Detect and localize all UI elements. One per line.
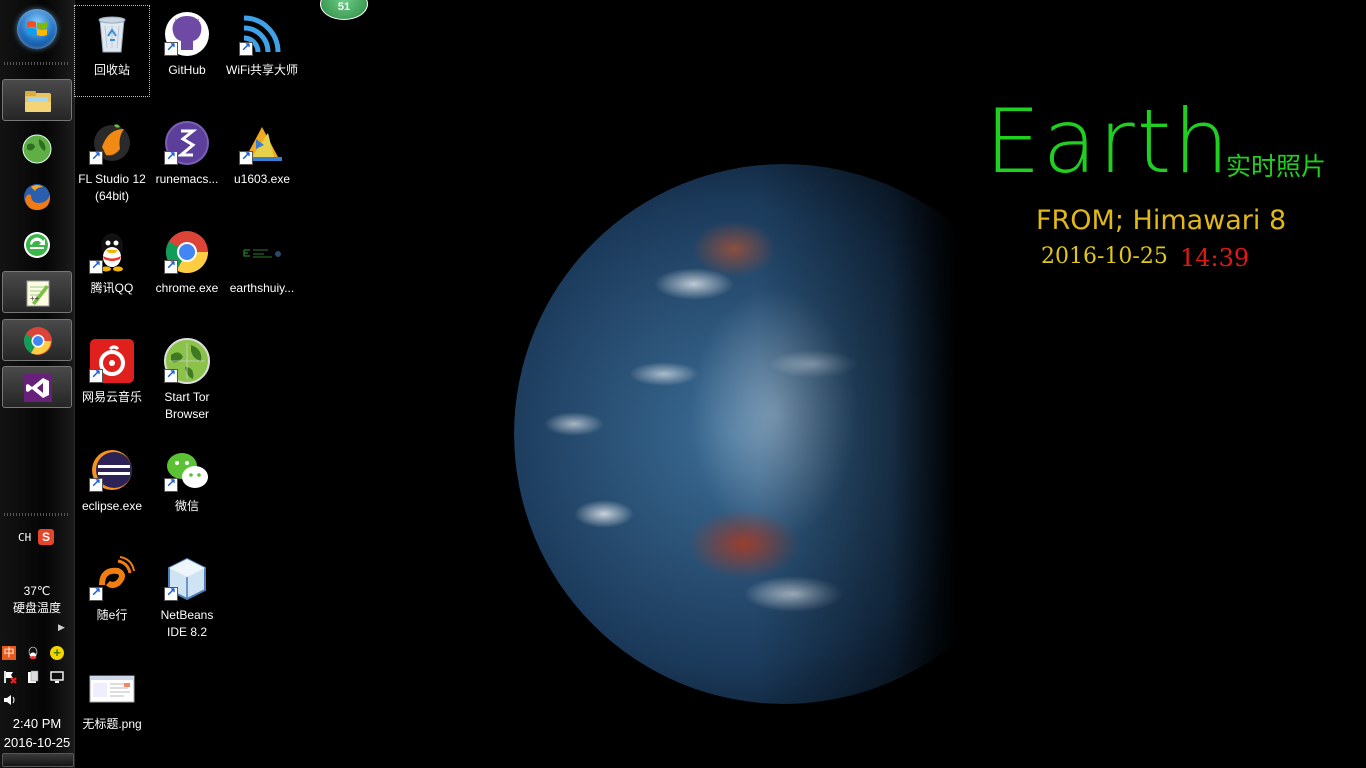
windows-logo-icon xyxy=(27,21,47,36)
desktop-icon-eclipse[interactable]: eclipse.exe xyxy=(75,442,149,532)
desktop-icon-qq[interactable]: 腾讯QQ xyxy=(75,224,149,314)
clipboard-tray-icon[interactable] xyxy=(26,670,40,684)
shortcut-arrow-icon xyxy=(89,476,103,492)
wallpaper-subtitle: 实时照片 xyxy=(1226,153,1327,181)
shortcut-arrow-icon xyxy=(164,40,178,56)
earth-app-icon xyxy=(240,242,284,262)
shortcut-arrow-icon xyxy=(239,40,253,56)
desktop-icon-tor-browser[interactable]: Start Tor Browser xyxy=(150,333,224,423)
clock-date[interactable]: 2016-10-25 xyxy=(0,734,74,751)
desktop-icon-label: 腾讯QQ xyxy=(90,281,134,295)
network-error-icon[interactable] xyxy=(3,670,17,684)
volume-icon[interactable] xyxy=(3,693,17,707)
ime-chinese-icon[interactable]: 中 xyxy=(2,646,16,660)
add-tray-icon[interactable]: + xyxy=(50,646,64,660)
desktop-icon-label: u1603.exe xyxy=(233,172,291,186)
shortcut-arrow-icon xyxy=(239,149,253,165)
wallpaper-source: FROM; Himawari 8 xyxy=(1036,205,1287,236)
desktop-icon-label: NetBeans IDE 8.2 xyxy=(160,608,214,639)
shortcut-arrow-icon xyxy=(164,585,178,601)
wallpaper-date: 2016-10-25 xyxy=(1041,244,1168,269)
show-desktop-button[interactable] xyxy=(2,753,74,767)
desktop-icon-label: earthshuiy... xyxy=(229,281,295,295)
hdd-temperature: 37℃ xyxy=(23,584,51,598)
desktop-icon-label: 网易云音乐 xyxy=(81,390,142,404)
sogou-ime-icon[interactable]: S xyxy=(38,529,54,545)
desktop-icon-label: 无标题.png xyxy=(82,717,142,731)
tray-expand-arrow-icon[interactable]: ▶ xyxy=(58,622,65,633)
desktop-icon-runemacs[interactable]: runemacs... xyxy=(150,115,224,205)
taskbar-explorer[interactable] xyxy=(2,79,72,121)
wallpaper-time: 14:39 xyxy=(1180,244,1250,272)
desktop-icon-netease-music[interactable]: 网易云音乐 xyxy=(75,333,149,423)
shortcut-arrow-icon xyxy=(164,149,178,165)
chrome-icon xyxy=(24,327,52,355)
notification-badge[interactable]: 51 xyxy=(320,0,368,20)
display-tray-icon[interactable] xyxy=(50,670,64,684)
taskbar-firefox[interactable] xyxy=(2,176,72,218)
desktop-icon-wechat[interactable]: 微信 xyxy=(150,442,224,532)
hdd-temperature-label: 硬盘温度 xyxy=(12,601,61,615)
desktop-icon-label: 回收站 xyxy=(93,63,130,77)
desktop-icon-label: eclipse.exe xyxy=(81,499,143,513)
png-file-icon xyxy=(89,675,135,703)
taskbar: ++ CH S 37℃ 硬盘温度 ▶ 中 + 2:40 PM 2016-10-2… xyxy=(0,0,75,768)
qq-tray-icon[interactable] xyxy=(26,646,40,660)
desktop-icon-suiexing[interactable]: 随e行 xyxy=(75,551,149,641)
shortcut-arrow-icon xyxy=(89,367,103,383)
ime-indicator[interactable]: CH xyxy=(18,531,31,544)
svg-text:++: ++ xyxy=(30,294,40,303)
notepad-plus-icon: ++ xyxy=(26,280,50,307)
desktop-icon-label: 微信 xyxy=(174,499,199,513)
taskbar-downloader[interactable] xyxy=(2,224,72,266)
start-button[interactable] xyxy=(17,9,57,49)
shortcut-arrow-icon xyxy=(164,258,178,274)
taskbar-grip-bottom xyxy=(4,513,70,516)
taskbar-grip xyxy=(4,62,70,65)
shortcut-arrow-icon xyxy=(164,476,178,492)
firefox-icon xyxy=(24,184,51,211)
shortcut-arrow-icon xyxy=(164,367,178,383)
desktop-icon-label: FL Studio 12 (64bit) xyxy=(78,172,146,203)
visual-studio-icon xyxy=(24,374,52,402)
green-globe-icon xyxy=(22,134,52,164)
shortcut-arrow-icon xyxy=(89,585,103,601)
desktop-icon-label: 随e行 xyxy=(96,608,128,622)
desktop-icon-earth-app[interactable]: earthshuiy... xyxy=(225,224,299,314)
desktop-icon-github[interactable]: GitHub xyxy=(150,6,224,96)
desktop-icon-fl-studio[interactable]: FL Studio 12 (64bit) xyxy=(75,115,149,205)
taskbar-chrome[interactable] xyxy=(2,319,72,361)
desktop-icon-u1603[interactable]: u1603.exe xyxy=(225,115,299,205)
shortcut-arrow-icon xyxy=(89,149,103,165)
clock-time[interactable]: 2:40 PM xyxy=(0,715,74,732)
desktop-icon-netbeans[interactable]: NetBeans IDE 8.2 xyxy=(150,551,224,641)
desktop-icon-wifi[interactable]: WiFi共享大师 xyxy=(225,6,299,96)
desktop-icon-recycle-bin[interactable]: 回收站 xyxy=(74,5,150,97)
desktop-icon-label: WiFi共享大师 xyxy=(226,63,298,77)
desktop-icon-label: GitHub xyxy=(168,63,206,77)
wallpaper-title: Earth xyxy=(985,90,1231,193)
taskbar-tor[interactable] xyxy=(2,128,72,170)
desktop-icon-label: Start Tor Browser xyxy=(164,390,210,421)
folder-icon xyxy=(25,91,51,112)
shortcut-arrow-icon xyxy=(89,258,103,274)
taskbar-notepad[interactable]: ++ xyxy=(2,271,72,313)
desktop-icon-chrome[interactable]: chrome.exe xyxy=(150,224,224,314)
recycle-bin-icon xyxy=(98,16,126,53)
earth-clouds xyxy=(514,164,1054,704)
green-refresh-icon xyxy=(24,232,50,258)
desktop-icon-label: runemacs... xyxy=(155,172,219,186)
taskbar-visual-studio[interactable] xyxy=(2,366,72,408)
desktop-icon-png-file[interactable]: 无标题.png xyxy=(75,660,149,750)
desktop-icon-label: chrome.exe xyxy=(155,281,219,295)
